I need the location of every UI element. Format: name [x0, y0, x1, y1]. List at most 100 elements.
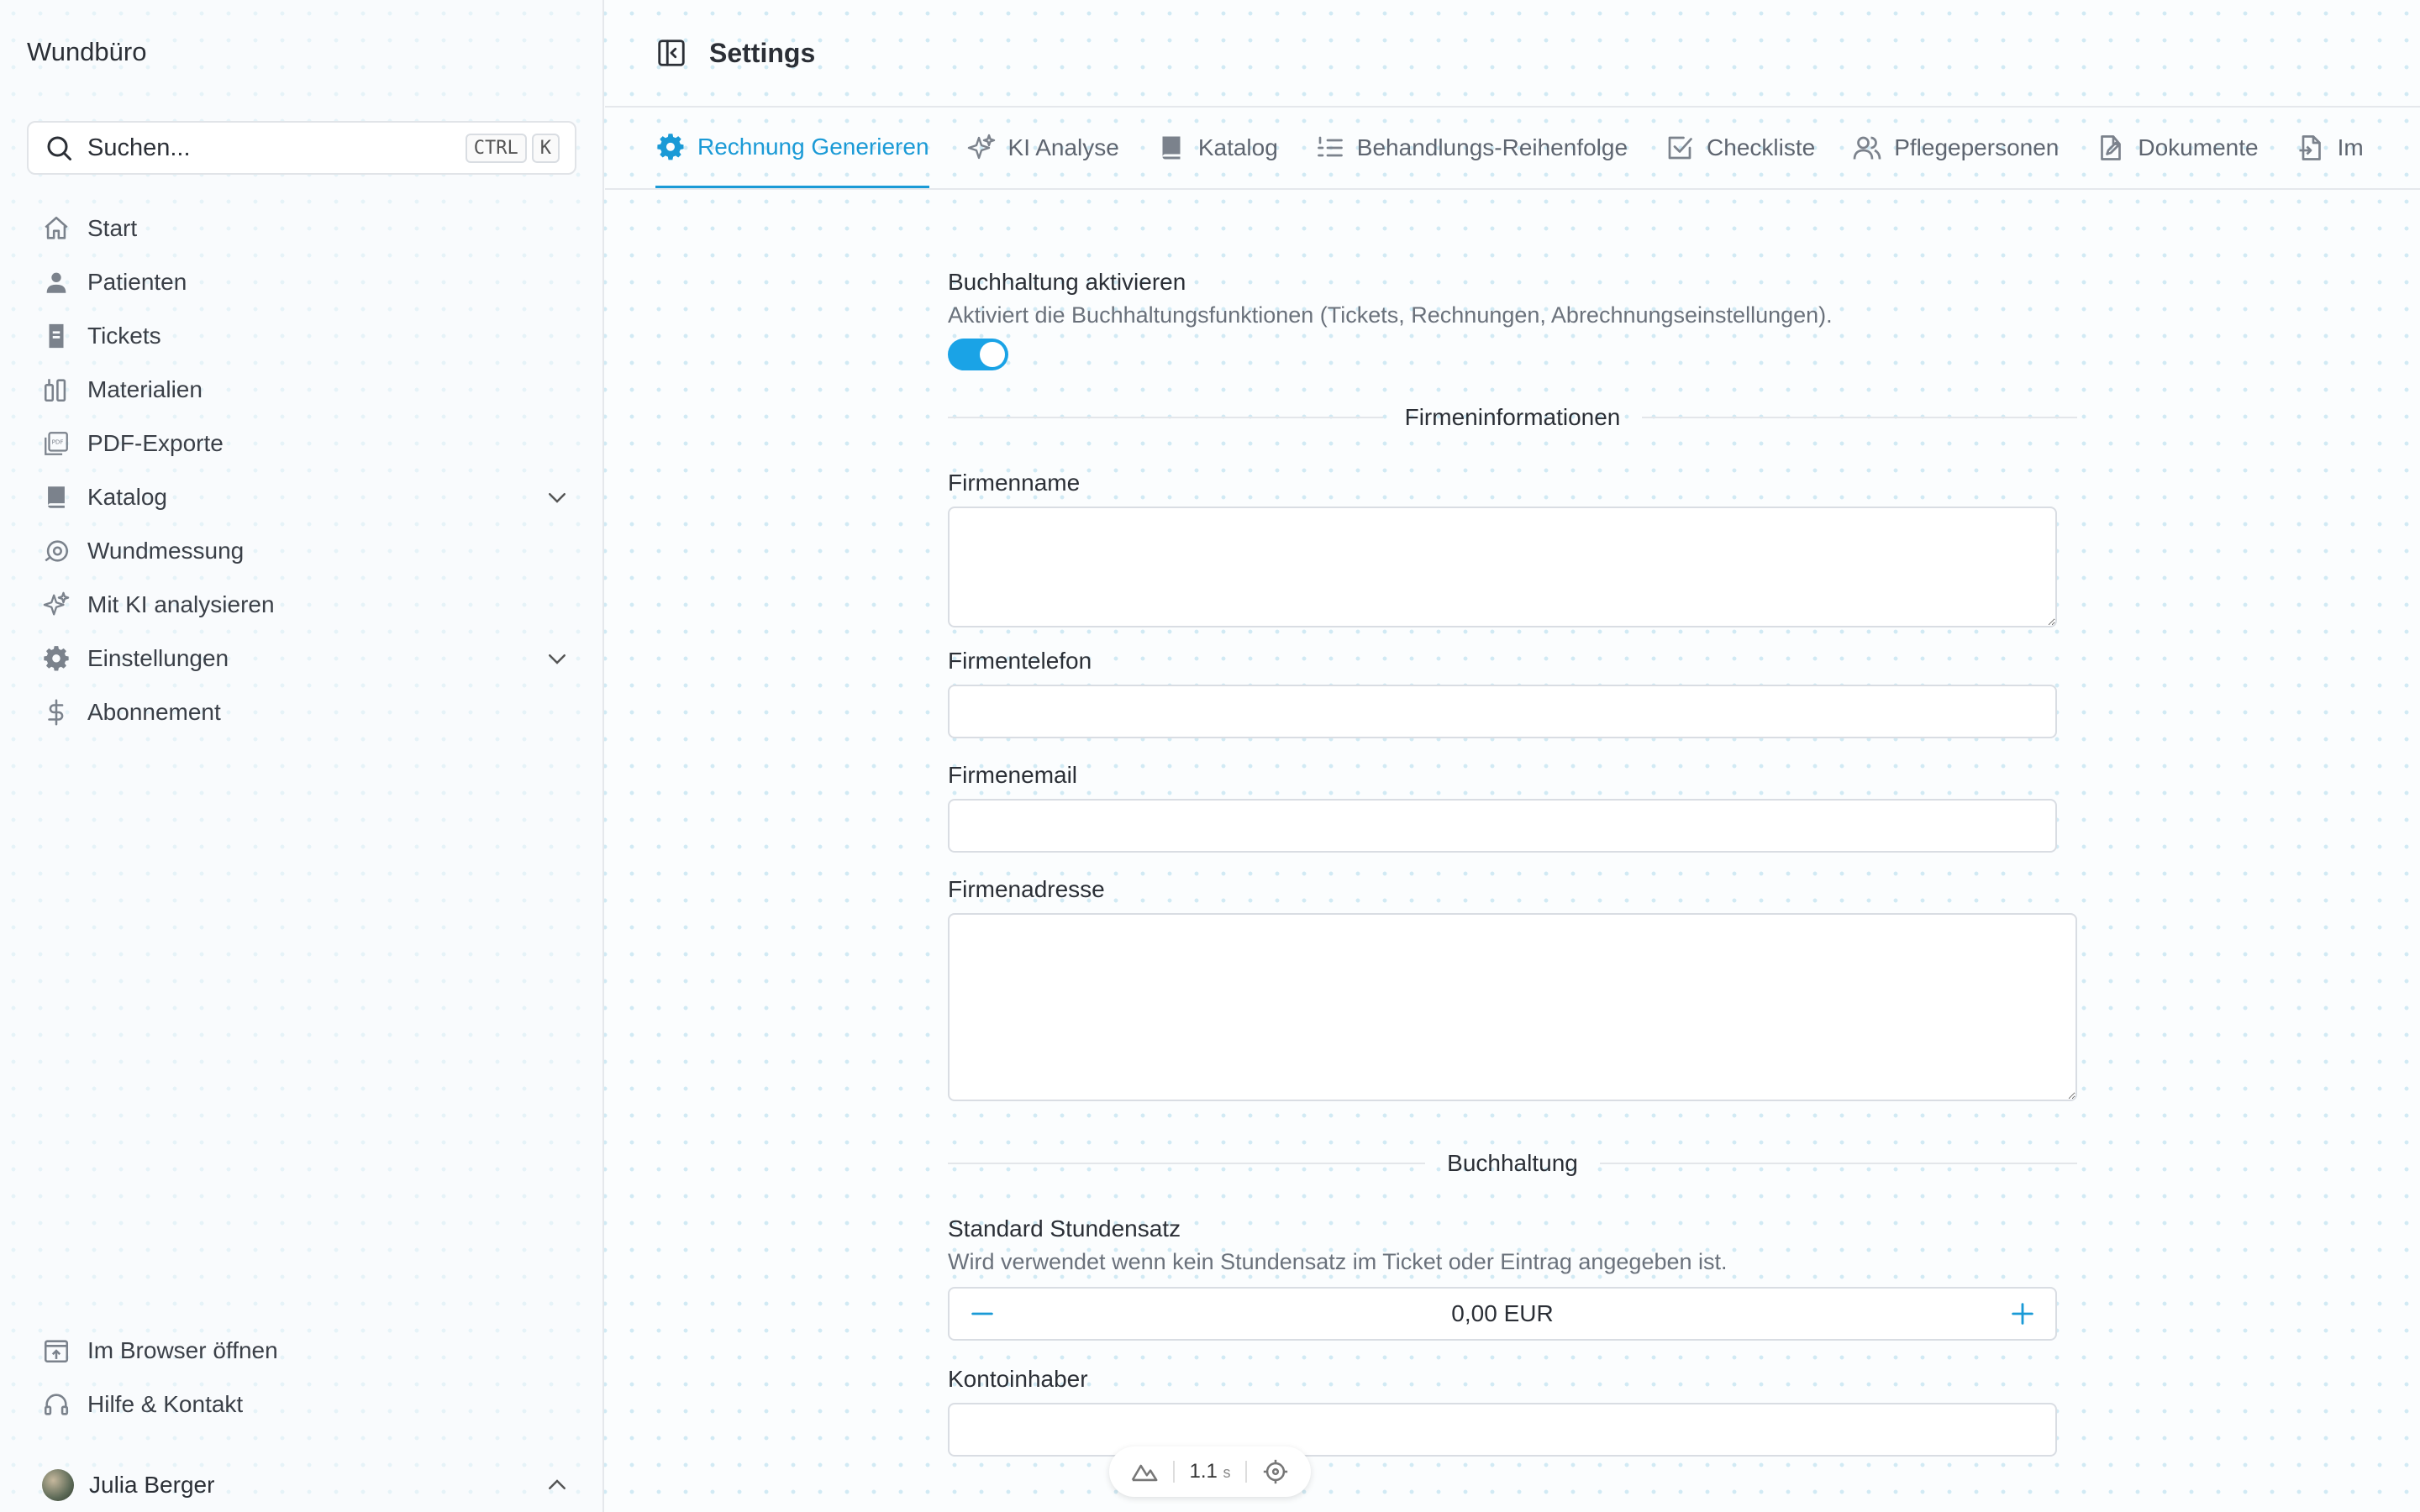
- tab-katalog[interactable]: Katalog: [1156, 108, 1278, 188]
- plus-icon[interactable]: [2008, 1299, 2037, 1328]
- tab-label: Pflegepersonen: [1894, 134, 2060, 160]
- separator: [1173, 1461, 1176, 1483]
- users-icon: [1852, 133, 1882, 163]
- sidebar-item-abonnement[interactable]: Abonnement: [27, 685, 576, 739]
- company-phone-label: Firmentelefon: [948, 648, 1092, 674]
- perf-widget[interactable]: 1.1 s: [1109, 1446, 1311, 1497]
- headset-icon: [42, 1390, 71, 1419]
- sidebar-item-label: PDF-Exporte: [87, 430, 224, 456]
- document-edit-icon: [2096, 133, 2126, 163]
- section-title-accounting: Buchhaltung: [1447, 1150, 1578, 1176]
- svg-text:PDF: PDF: [52, 438, 64, 446]
- chevron-up-icon[interactable]: [544, 1473, 570, 1498]
- section-divider-company: Firmeninformationen: [948, 401, 2077, 434]
- sidebar-item-label: Abonnement: [87, 699, 221, 725]
- sidebar-item-hilfe[interactable]: Hilfe & Kontakt: [27, 1378, 576, 1431]
- accounting-toggle-description: Aktiviert die Buchhaltungsfunktionen (Ti…: [948, 302, 1833, 328]
- user-menu[interactable]: Julia Berger: [27, 1458, 576, 1512]
- materials-icon: [42, 375, 71, 404]
- search-box[interactable]: Suchen... CTRL K: [27, 121, 576, 175]
- sidebar-item-label: Wundmessung: [87, 538, 245, 564]
- minus-icon[interactable]: [968, 1299, 997, 1328]
- tab-import[interactable]: Im: [2296, 108, 2364, 188]
- hourly-rate-value: 0,00 EUR: [1451, 1300, 1554, 1326]
- company-address-label: Firmenadresse: [948, 876, 1105, 902]
- sparkles-icon: [42, 591, 71, 619]
- tab-dokumente[interactable]: Dokumente: [2096, 108, 2259, 188]
- book-icon: [1156, 133, 1186, 163]
- shortcut-key-ctrl: CTRL: [465, 133, 527, 163]
- sidebar-item-label: Mit KI analysieren: [87, 591, 275, 617]
- mountains-icon[interactable]: [1130, 1457, 1159, 1486]
- chevron-down-icon[interactable]: [544, 646, 570, 671]
- page-title: Settings: [709, 37, 816, 68]
- divider-line: [1642, 417, 2077, 418]
- sidebar-item-start[interactable]: Start: [27, 202, 576, 255]
- separator: [1244, 1461, 1247, 1483]
- book-icon: [42, 483, 71, 512]
- user-icon: [42, 268, 71, 297]
- ticket-icon: [42, 322, 71, 350]
- tab-label: Checkliste: [1707, 134, 1816, 160]
- sidebar-item-tickets[interactable]: Tickets: [27, 309, 576, 363]
- tab-checkliste[interactable]: Checkliste: [1665, 108, 1815, 188]
- page-header: Settings: [605, 0, 2420, 108]
- avatar: [42, 1469, 74, 1501]
- company-name-field[interactable]: [948, 507, 2057, 627]
- home-icon: [42, 214, 71, 243]
- tab-behandlungs-reihenfolge[interactable]: Behandlungs-Reihenfolge: [1315, 108, 1628, 188]
- tab-label: Rechnung Generieren: [697, 133, 929, 160]
- measure-icon: [42, 537, 71, 565]
- perf-number: 1.1: [1189, 1460, 1218, 1483]
- pdf-icon: PDF: [42, 429, 71, 458]
- company-phone-field[interactable]: [948, 685, 2057, 738]
- checkbox-icon: [1665, 133, 1695, 163]
- perf-value: 1.1 s: [1189, 1460, 1230, 1483]
- divider-line: [948, 1163, 1426, 1164]
- tab-ki-analyse[interactable]: KI Analyse: [966, 108, 1119, 188]
- sidebar-item-wundmessung[interactable]: Wundmessung: [27, 524, 576, 578]
- sidebar-item-ki-analysieren[interactable]: Mit KI analysieren: [27, 578, 576, 632]
- shortcut-key-k: K: [531, 133, 560, 163]
- sparkles-icon: [966, 133, 997, 163]
- company-name-label: Firmenname: [948, 470, 1081, 496]
- hourly-rate-stepper[interactable]: 0,00 EUR: [948, 1287, 2057, 1341]
- chevron-down-icon[interactable]: [544, 485, 570, 510]
- accounting-toggle-label: Buchhaltung aktivieren: [948, 269, 1186, 295]
- search-placeholder: Suchen...: [87, 134, 191, 161]
- hourly-rate-description: Wird verwendet wenn kein Stundensatz im …: [948, 1249, 1728, 1274]
- sidebar-item-label: Katalog: [87, 484, 167, 510]
- section-title-company: Firmeninformationen: [1404, 404, 1621, 430]
- user-name: Julia Berger: [89, 1472, 215, 1498]
- settings-tabs: Rechnung Generieren KI Analyse Katalog B…: [605, 108, 2420, 190]
- sidebar-item-browser[interactable]: Im Browser öffnen: [27, 1324, 576, 1378]
- gear-icon: [42, 644, 71, 673]
- tab-label: Behandlungs-Reihenfolge: [1356, 134, 1628, 160]
- settings-form: Buchhaltung aktivieren Aktiviert die Buc…: [948, 269, 2077, 1457]
- tab-rechnung-generieren[interactable]: Rechnung Generieren: [655, 108, 929, 188]
- sidebar-item-einstellungen[interactable]: Einstellungen: [27, 632, 576, 685]
- sidebar-item-patienten[interactable]: Patienten: [27, 255, 576, 309]
- company-email-field[interactable]: [948, 799, 2057, 853]
- sidebar-item-materialien[interactable]: Materialien: [27, 363, 576, 417]
- hourly-rate-label: Standard Stundensatz: [948, 1215, 1181, 1242]
- sidebar-item-label: Einstellungen: [87, 645, 229, 671]
- account-holder-field[interactable]: [948, 1403, 2057, 1457]
- crosshair-icon[interactable]: [1261, 1457, 1290, 1486]
- list-ordered-icon: [1315, 133, 1345, 163]
- toggle-knob: [980, 342, 1005, 367]
- sidebar-item-katalog[interactable]: Katalog: [27, 470, 576, 524]
- sidebar-item-label: Hilfe & Kontakt: [87, 1391, 244, 1417]
- tab-label: Dokumente: [2138, 134, 2259, 160]
- sidebar-item-pdf-exporte[interactable]: PDF PDF-Exporte: [27, 417, 576, 470]
- tab-label: KI Analyse: [1007, 134, 1119, 160]
- browser-icon: [42, 1336, 71, 1365]
- tab-label: Katalog: [1197, 134, 1278, 160]
- company-address-field[interactable]: [948, 913, 2077, 1101]
- sidebar-toggle-icon[interactable]: [655, 37, 687, 69]
- app-title: Wundbüro: [27, 37, 147, 66]
- tab-pflegepersonen[interactable]: Pflegepersonen: [1852, 108, 2059, 188]
- sidebar: Wundbüro Suchen... CTRL K Start Patiente…: [0, 0, 604, 1512]
- sidebar-item-label: Tickets: [87, 323, 161, 349]
- accounting-toggle[interactable]: [948, 339, 1008, 370]
